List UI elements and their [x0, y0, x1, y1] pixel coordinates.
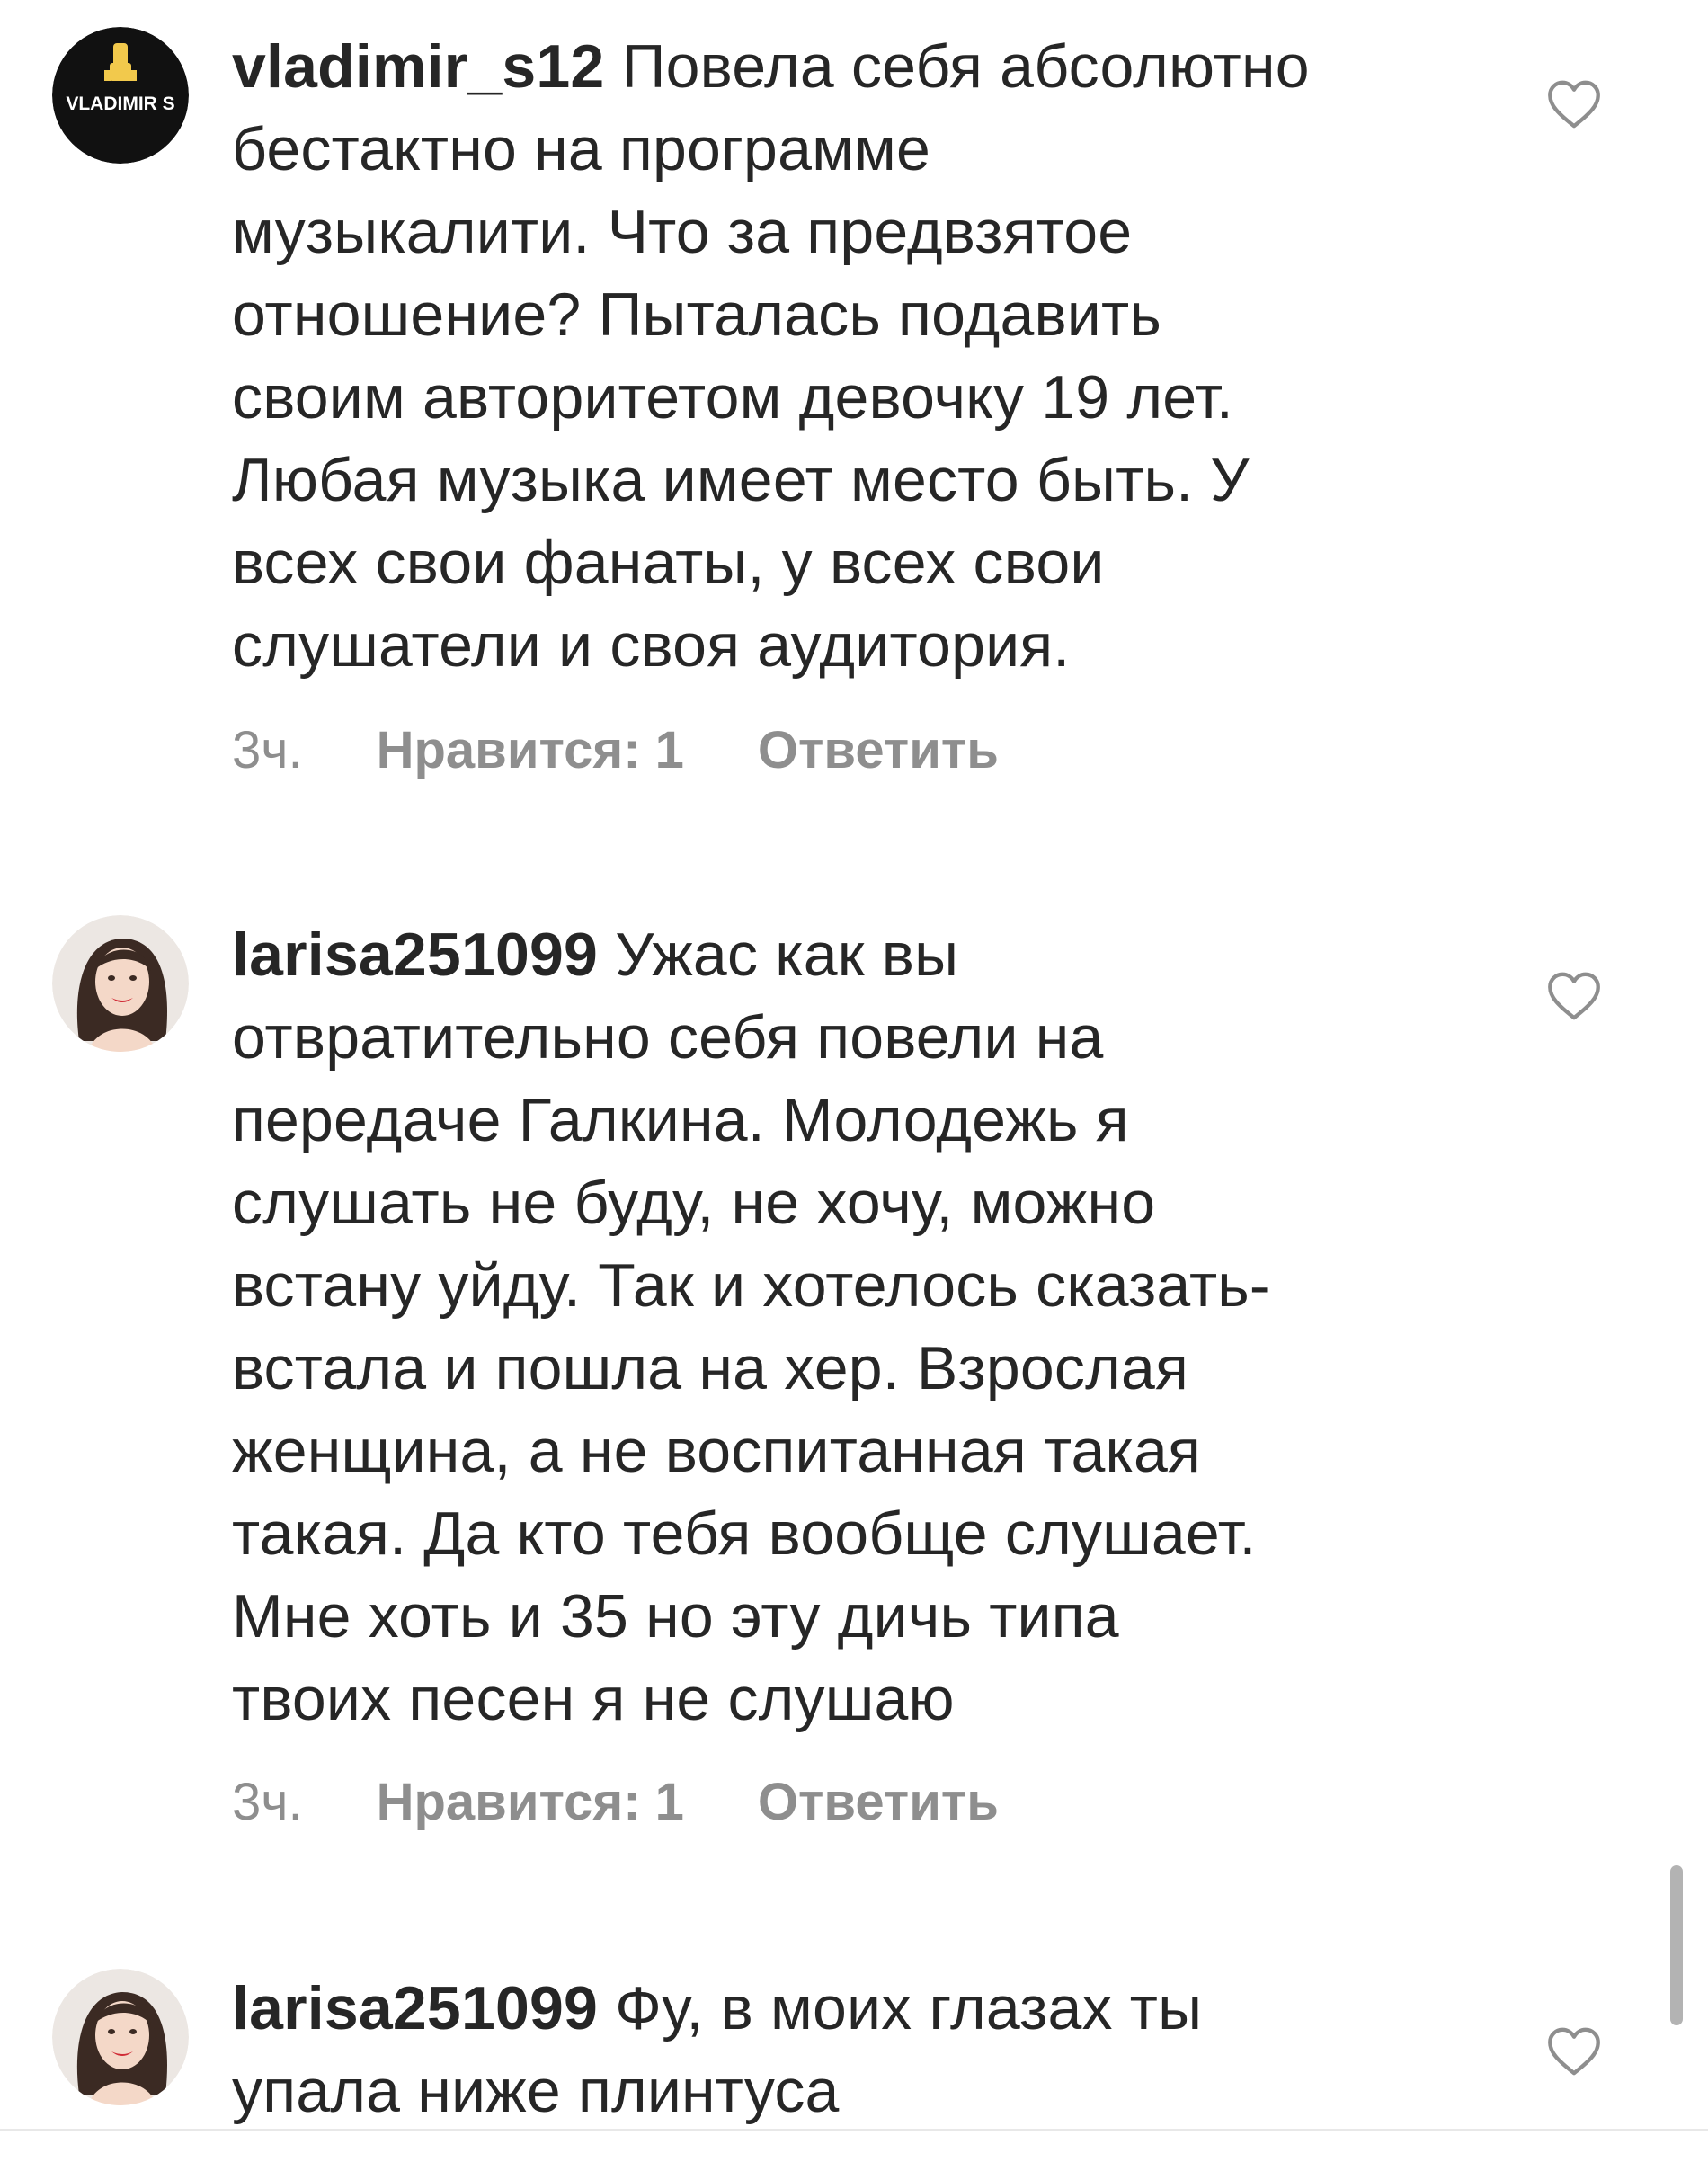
heart-outline-icon[interactable] [1546, 2026, 1602, 2077]
comment-text: vladimir_s12 Повела себя абсолютно беста… [232, 25, 1490, 687]
comment-line: передаче Галкина. Молодежь я [232, 1086, 1129, 1154]
comment-text: larisa251099 Ужас как вы отвратительно с… [232, 913, 1490, 1740]
avatar-larisa-image [52, 915, 189, 1052]
avatar-text: VLADIMIR S [66, 93, 174, 114]
comment-line: своим авторитетом девочку 19 лет. [232, 363, 1233, 432]
divider [0, 2129, 1708, 2131]
comment-line: Фу, в моих глазах ты [615, 1974, 1203, 2042]
comment-line: упала ниже плинтуса [232, 2057, 840, 2125]
comment-line: Любая музыка имеет место быть. У [232, 446, 1250, 514]
comment-time: 3ч. [232, 1773, 303, 1831]
comment-line: слушатели и своя аудитория. [232, 611, 1071, 680]
comment-line: женщина, а не воспитанная такая [232, 1417, 1202, 1485]
avatar-larisa-image [52, 1969, 189, 2105]
comment-line: бестактно на программе [232, 115, 931, 183]
comment-username[interactable]: larisa251099 [232, 921, 598, 989]
heart-outline-icon[interactable] [1546, 79, 1602, 129]
comment-line: Повела себя абсолютно [621, 32, 1310, 101]
avatar[interactable] [52, 1969, 189, 2105]
avatar[interactable]: VLADIMIR S [52, 27, 189, 164]
comment-line: Ужас как вы [615, 921, 959, 989]
comment-meta: 3ч. Нравится: 1 Ответить [232, 719, 999, 782]
comment-line: всех свои фанаты, у всех свои [232, 529, 1105, 597]
reply-button[interactable]: Ответить [758, 1771, 999, 1834]
comment-username[interactable]: larisa251099 [232, 1974, 598, 2042]
comment-line: отвратительно себя повели на [232, 1003, 1104, 1072]
comment-line: встану уйду. Так и хотелось сказать- [232, 1251, 1270, 1320]
likes-count-button[interactable]: Нравится: 1 [377, 1771, 684, 1834]
comment-line: отношение? Пыталась подавить [232, 280, 1161, 349]
comment-meta: 3ч. Нравится: 1 Ответить [232, 1771, 999, 1834]
avatar-vladimir-image: VLADIMIR S [52, 27, 189, 164]
reply-button[interactable]: Ответить [758, 719, 999, 782]
scrollbar[interactable] [1670, 1865, 1683, 2025]
comment-line: слушать не буду, не хочу, можно [232, 1169, 1156, 1237]
comment-time: 3ч. [232, 721, 303, 779]
comment-line: музыкалити. Что за предвзятое [232, 198, 1133, 266]
comment-line: твоих песен я не слушаю [232, 1665, 955, 1733]
comment-line: встала и пошла на хер. Взрослая [232, 1334, 1189, 1402]
heart-outline-icon[interactable] [1546, 971, 1602, 1021]
comment-username[interactable]: vladimir_s12 [232, 32, 604, 101]
likes-count-button[interactable]: Нравится: 1 [377, 719, 684, 782]
comment-line: такая. Да кто тебя вообще слушает. [232, 1499, 1257, 1568]
avatar[interactable] [52, 915, 189, 1052]
comment-text: larisa251099 Фу, в моих глазах ты упала … [232, 1967, 1490, 2132]
comment-line: Мне хоть и 35 но эту дичь типа [232, 1582, 1119, 1650]
